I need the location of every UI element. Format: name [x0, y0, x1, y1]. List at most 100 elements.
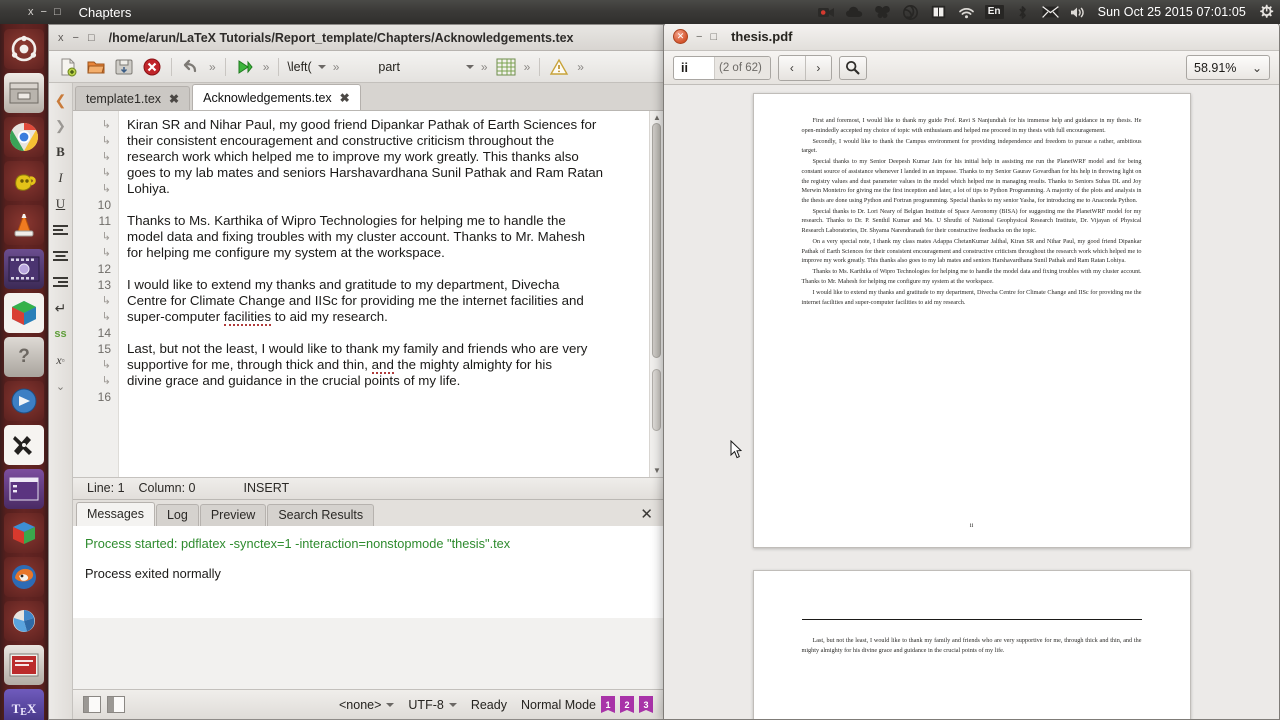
chevron-down-icon[interactable]	[465, 64, 474, 69]
tab-messages[interactable]: Messages	[76, 501, 155, 526]
pdf-viewer-window[interactable]: ✕ − □ thesis.pdf ii (2 of 62) ‹ › 58.91%	[663, 22, 1280, 720]
tab-acknowledgements[interactable]: Acknowledgements.tex ✖	[192, 84, 361, 110]
pdf-minimize-button[interactable]: −	[696, 31, 702, 43]
panel-minimize-button[interactable]: −	[41, 6, 47, 18]
bookmark-3-icon[interactable]: 3	[639, 696, 653, 713]
zoom-selector[interactable]: 58.91% ⌄	[1186, 55, 1270, 80]
wifi-icon[interactable]	[958, 4, 975, 21]
spell-language-selector[interactable]: <none>	[339, 698, 395, 712]
launcher-item-terminal-icon[interactable]	[4, 469, 44, 509]
chevron-down-icon[interactable]	[448, 702, 457, 707]
pdf-close-button[interactable]: ✕	[673, 29, 688, 44]
split-view-icon[interactable]	[107, 696, 125, 713]
align-center-icon[interactable]	[50, 243, 72, 269]
dictionary-book-icon[interactable]	[930, 4, 947, 21]
tab-close-icon[interactable]: ✖	[340, 91, 350, 105]
save-file-icon[interactable]	[111, 54, 137, 80]
launcher-item-cube-icon[interactable]	[4, 513, 44, 553]
next-page-button[interactable]: ›	[804, 55, 831, 80]
bracket-combo[interactable]: \left(	[285, 57, 327, 77]
more-options-icon[interactable]: ⌄	[50, 373, 72, 399]
panel-clock[interactable]: Sun Oct 25 2015 07:01:05	[1098, 5, 1246, 19]
align-right-icon[interactable]	[50, 269, 72, 295]
text-editor[interactable]: ↳ ↳ ↳ ↳ ↳ 10 11 ↳ ↳ 12 13 ↳ ↳ 14 15 ↳ ↳ …	[73, 110, 663, 477]
table-icon[interactable]	[493, 54, 519, 80]
page-number-value[interactable]: ii	[674, 61, 714, 75]
scroll-up-arrow-icon[interactable]: ▲	[653, 113, 661, 122]
texstudio-maximize-button[interactable]: □	[88, 32, 95, 44]
launcher-item-amarok-icon[interactable]	[4, 161, 44, 201]
pdf-page-area[interactable]: First and foremost, I would like to than…	[664, 85, 1279, 719]
messaging-envelope-icon[interactable]	[1041, 4, 1059, 21]
launcher-item-firefox-icon[interactable]	[4, 557, 44, 597]
pdf-maximize-button[interactable]: □	[710, 31, 717, 43]
scrollbar-thumb[interactable]	[652, 123, 661, 358]
chevron-down-icon[interactable]	[386, 702, 395, 707]
texstudio-titlebar[interactable]: x − □ /home/arun/LaTeX Tutorials/Report_…	[49, 25, 663, 51]
editor-text-area[interactable]: Kiran SR and Nihar Paul, my good friend …	[119, 111, 649, 477]
messages-close-icon[interactable]: ✕	[640, 505, 653, 523]
texstudio-minimize-button[interactable]: −	[73, 32, 79, 44]
bookmark-1-icon[interactable]: 1	[601, 696, 615, 713]
launcher-item-shutter-icon[interactable]	[4, 601, 44, 641]
unity-top-panel[interactable]: x − □ Chapters En Sun Oct 25 2015 07:01:…	[0, 0, 1280, 24]
document-tabbar[interactable]: template1.tex ✖ Acknowledgements.tex ✖	[73, 83, 663, 110]
launcher-item-vlc-icon[interactable]	[4, 205, 44, 245]
tab-template1[interactable]: template1.tex ✖	[75, 86, 191, 110]
panel-maximize-button[interactable]: □	[54, 6, 61, 18]
messages-output[interactable]: Process started: pdflatex -synctex=1 -in…	[73, 525, 663, 618]
italic-icon[interactable]: I	[50, 165, 72, 191]
texstudio-toolbar[interactable]: » » \left( » part » » »	[49, 51, 663, 83]
scrollbar-thumb-secondary[interactable]	[652, 369, 661, 431]
close-document-icon[interactable]	[139, 54, 165, 80]
volume-speaker-icon[interactable]	[1070, 4, 1087, 21]
pdf-toolbar[interactable]: ii (2 of 62) ‹ › 58.91% ⌄	[664, 51, 1279, 85]
unity-launcher[interactable]: ? TEX	[0, 24, 48, 720]
page-nav-group[interactable]: ‹ ›	[777, 54, 832, 81]
bluetooth-icon[interactable]	[1014, 4, 1031, 21]
undo-icon[interactable]	[178, 54, 204, 80]
subscript-icon[interactable]: x ▫	[50, 347, 72, 373]
launcher-item-help-icon[interactable]: ?	[4, 337, 44, 377]
pdf-titlebar[interactable]: ✕ − □ thesis.pdf	[664, 23, 1279, 51]
shutter-aperture-icon[interactable]	[902, 4, 919, 21]
system-indicator-tray[interactable]: En Sun Oct 25 2015 07:01:05	[817, 4, 1280, 21]
launcher-item-gimp-icon[interactable]	[4, 425, 44, 465]
new-file-icon[interactable]	[55, 54, 81, 80]
tab-log[interactable]: Log	[155, 503, 199, 526]
chevron-down-icon[interactable]	[317, 64, 326, 69]
launcher-item-virtualbox-icon[interactable]	[4, 293, 44, 333]
messages-tabbar[interactable]: Messages Log Preview Search Results ✕	[73, 499, 663, 526]
toolbar-overflow-1[interactable]: »	[206, 60, 219, 74]
launcher-item-texstudio-icon[interactable]: TEX	[4, 689, 44, 720]
panel-window-controls[interactable]: x − □	[28, 6, 61, 18]
toolbar-overflow-3[interactable]: »	[330, 60, 343, 74]
launcher-item-pdf-viewer-icon[interactable]	[4, 645, 44, 685]
align-left-icon[interactable]	[50, 217, 72, 243]
bittorrent-butterfly-icon[interactable]	[874, 4, 891, 21]
panel-close-button[interactable]: x	[28, 6, 34, 18]
launcher-item-software-updater-icon[interactable]	[4, 381, 44, 421]
structure-combo[interactable]: part	[376, 57, 476, 77]
editor-scrollbar[interactable]: ▲ ▼	[649, 111, 663, 477]
launcher-item-video-editor-icon[interactable]	[4, 249, 44, 289]
encoding-selector[interactable]: UTF-8	[408, 698, 457, 712]
texstudio-format-toolbar[interactable]: ❮ ❯ B I U ↵ ss x ▫ ⌄	[49, 83, 73, 719]
session-menu-gear-icon[interactable]	[1257, 4, 1274, 21]
toolbar-overflow-6[interactable]: »	[574, 60, 587, 74]
launcher-item-ubuntu-dash-icon[interactable]	[4, 29, 44, 69]
search-button[interactable]	[838, 55, 867, 80]
collapse-panel-icon[interactable]: ❯	[50, 113, 72, 139]
tab-close-icon[interactable]: ✖	[169, 92, 179, 106]
launcher-item-files-nautilus-icon[interactable]	[4, 73, 44, 113]
texstudio-bottom-bar[interactable]: <none> UTF-8 Ready Normal Mode 1 2 3	[73, 689, 663, 719]
bookmark-2-icon[interactable]: 2	[620, 696, 634, 713]
warning-icon[interactable]	[546, 54, 572, 80]
smallcaps-icon[interactable]: ss	[50, 321, 72, 347]
page-number-entry[interactable]: ii (2 of 62)	[673, 55, 771, 80]
tab-search-results[interactable]: Search Results	[267, 503, 375, 526]
toolbar-overflow-2[interactable]: »	[260, 60, 273, 74]
toolbar-overflow-5[interactable]: »	[521, 60, 534, 74]
build-run-icon[interactable]	[232, 54, 258, 80]
keyboard-layout-indicator[interactable]: En	[984, 4, 1004, 21]
